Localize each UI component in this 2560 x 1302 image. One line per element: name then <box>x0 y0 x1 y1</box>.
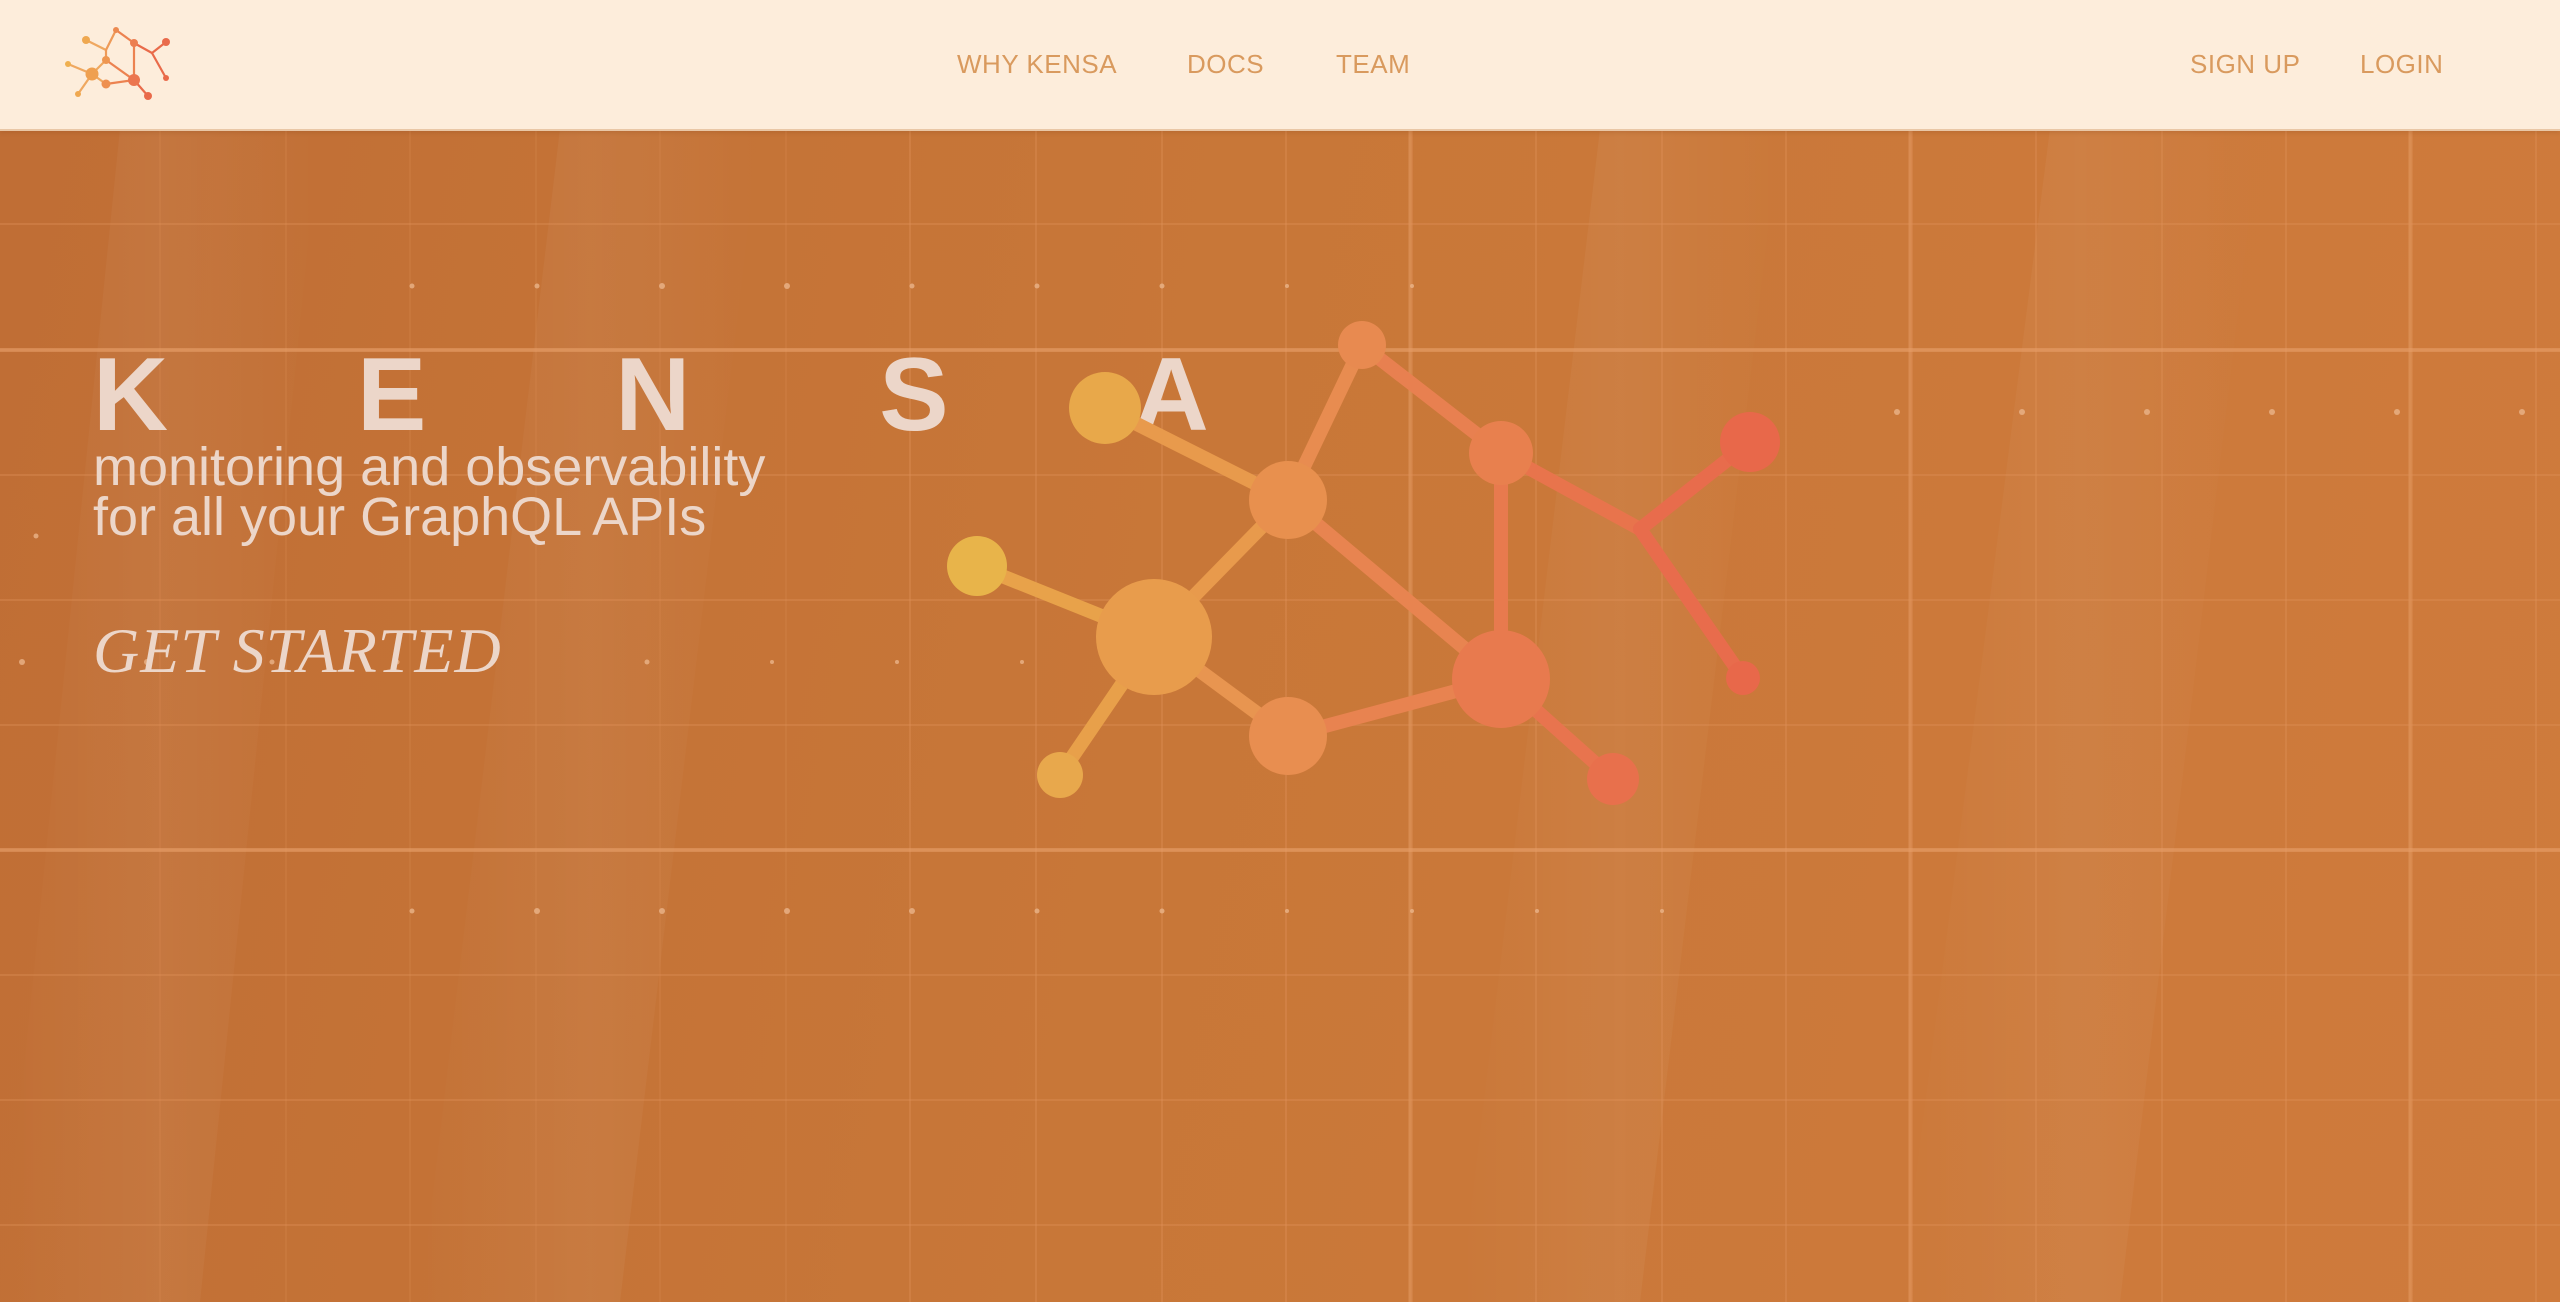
tagline-line-1: monitoring and observability <box>93 437 766 497</box>
graph-molecule-icon <box>947 321 1780 805</box>
hero-section: K E N S A monitoring and observability f… <box>0 129 2560 1302</box>
nav-why-kensa[interactable]: WHY KENSA <box>957 49 1117 80</box>
top-navbar: WHY KENSA DOCS TEAM SIGN UP LOGIN <box>0 0 2560 131</box>
molecule-network-icon <box>65 27 170 100</box>
logo-link[interactable] <box>64 26 174 102</box>
nav-docs[interactable]: DOCS <box>1187 49 1264 80</box>
tagline-line-2: for all your GraphQL APIs <box>93 487 707 547</box>
get-started-button[interactable]: GET STARTED <box>93 616 502 686</box>
landing-page: WHY KENSA DOCS TEAM SIGN UP LOGIN K E N … <box>0 0 2560 1302</box>
nav-team[interactable]: TEAM <box>1336 49 1410 80</box>
signup-link[interactable]: SIGN UP <box>2190 49 2300 80</box>
login-link[interactable]: LOGIN <box>2360 49 2443 80</box>
